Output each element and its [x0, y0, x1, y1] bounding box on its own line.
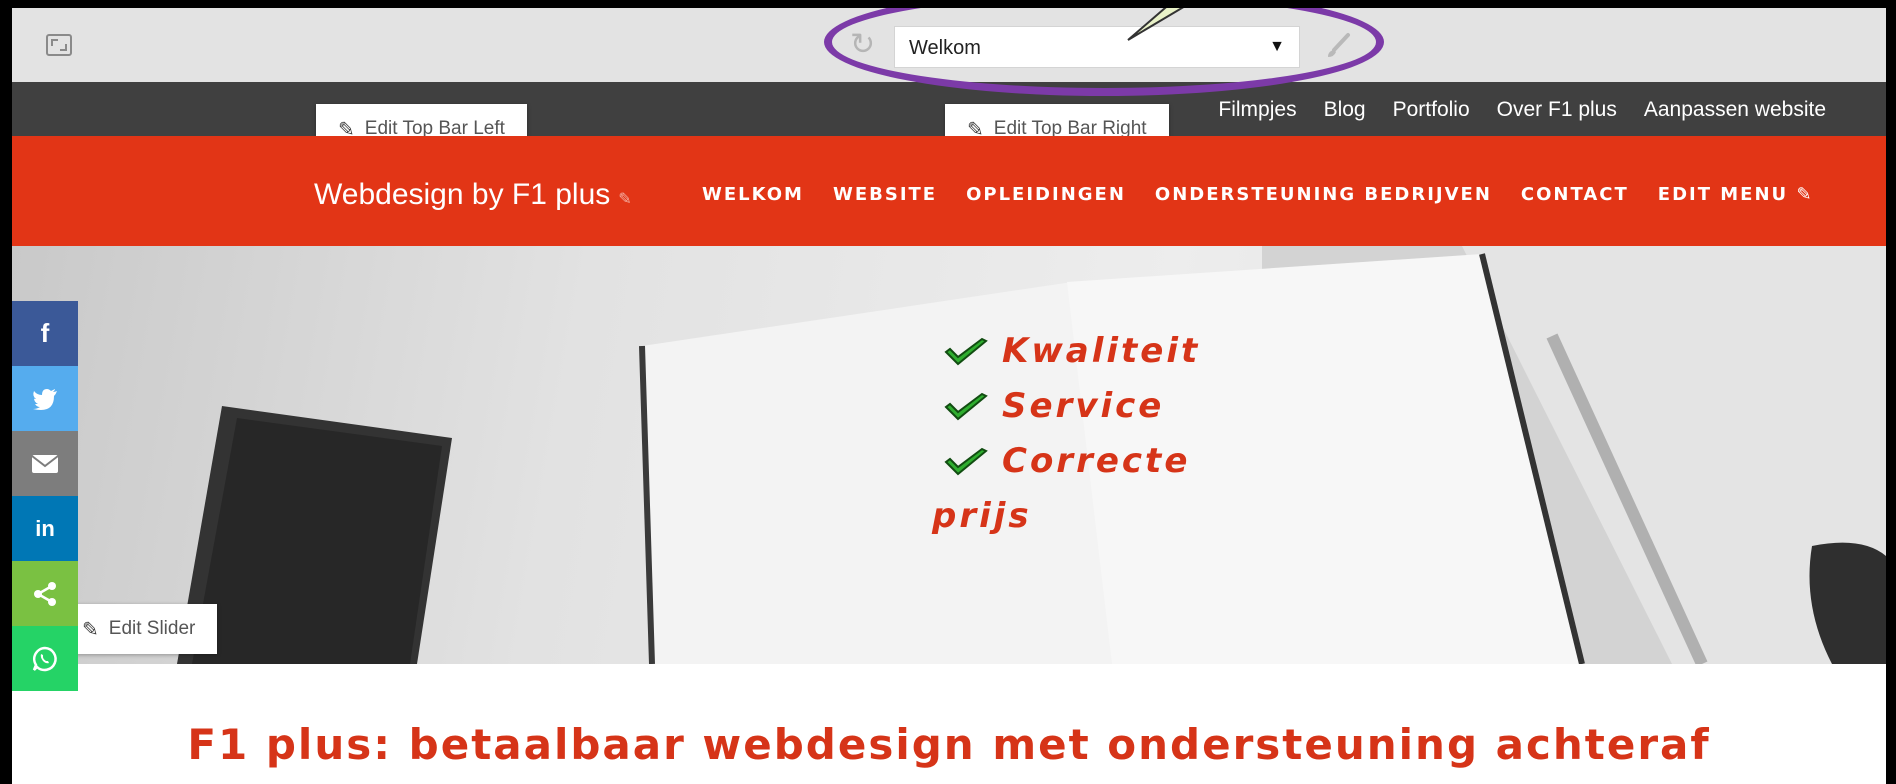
refresh-icon[interactable]: ↻ — [850, 30, 875, 60]
top-link-portfolio[interactable]: Portfolio — [1393, 98, 1470, 122]
twitter-share-button[interactable] — [12, 366, 78, 431]
menu-item-contact[interactable]: CONTACT — [1521, 184, 1629, 205]
hero-text: Kwaliteit Service Correcte prijs — [932, 324, 1200, 544]
menu-item-opleidingen[interactable]: OPLEIDINGEN — [966, 184, 1126, 205]
checkmark-icon — [944, 392, 988, 420]
linkedin-share-button[interactable]: in — [12, 496, 78, 561]
hero-line-text: Kwaliteit — [1002, 331, 1201, 371]
main-heading: F1 plus: betaalbaar webdesign met onders… — [187, 720, 1711, 769]
edit-menu-label: EDIT MENU — [1657, 184, 1789, 205]
pencil-icon[interactable]: ✎ — [618, 191, 631, 208]
edit-slider-button[interactable]: ✎ Edit Slider — [62, 604, 218, 654]
top-link-over-f1-plus[interactable]: Over F1 plus — [1497, 98, 1617, 122]
checkmark-icon — [944, 447, 988, 475]
pencil-icon: ✎ — [1796, 184, 1814, 205]
whatsapp-share-button[interactable] — [12, 626, 78, 691]
callout-pointer — [1127, 8, 1184, 41]
share-icon — [34, 581, 56, 606]
page-select-value: Welkom — [909, 37, 981, 59]
hero-line-text: Service — [1002, 386, 1165, 426]
menu-item-edit-menu[interactable]: EDIT MENU ✎ — [1658, 184, 1814, 205]
main-menu: WELKOM WEBSITE OPLEIDINGEN ONDERSTEUNING… — [702, 184, 1814, 205]
whatsapp-icon — [32, 646, 57, 671]
hero-line-text: Correcte — [1002, 441, 1191, 481]
hero-line-service: Service — [944, 379, 1200, 434]
editor-toolbar: ↻ Welkom ▼ — [12, 8, 1886, 82]
brush-icon[interactable] — [1324, 30, 1354, 65]
hero-line-kwaliteit: Kwaliteit — [944, 324, 1200, 379]
fullscreen-icon[interactable] — [46, 34, 72, 56]
hero-line-prijs: prijs — [932, 489, 1200, 544]
chevron-down-icon: ▼ — [1269, 38, 1285, 55]
facebook-icon: f — [40, 318, 50, 348]
hero-line-correcte: Correcte — [944, 434, 1200, 489]
social-share-bar: f in — [12, 301, 78, 691]
edit-slider-label: Edit Slider — [108, 618, 196, 639]
hero-line-text: prijs — [932, 496, 1032, 536]
browser-viewport: ↻ Welkom ▼ Filmpjes Blog Portfolio Over … — [12, 8, 1886, 784]
email-share-button[interactable] — [12, 431, 78, 496]
top-bar-links: Filmpjes Blog Portfolio Over F1 plus Aan… — [1218, 98, 1826, 122]
checkmark-icon — [944, 337, 988, 365]
twitter-icon — [33, 388, 57, 410]
share-button[interactable] — [12, 561, 78, 626]
hero-slider: Kwaliteit Service Correcte prijs ✎ Edit … — [12, 246, 1886, 664]
top-link-blog[interactable]: Blog — [1324, 98, 1366, 122]
site-title[interactable]: Webdesign by F1 plus ✎ — [314, 178, 632, 212]
main-nav: Webdesign by F1 plus ✎ WELKOM WEBSITE OPL… — [12, 136, 1886, 246]
facebook-share-button[interactable]: f — [12, 301, 78, 366]
menu-item-website[interactable]: WEBSITE — [833, 184, 937, 205]
site-title-text: Webdesign by F1 plus — [314, 178, 611, 211]
pencil-icon: ✎ — [82, 618, 99, 641]
linkedin-icon: in — [35, 515, 55, 541]
email-icon — [31, 454, 59, 473]
top-link-aanpassen-website[interactable]: Aanpassen website — [1644, 98, 1826, 122]
menu-item-welkom[interactable]: WELKOM — [702, 184, 804, 205]
menu-item-ondersteuning-bedrijven[interactable]: ONDERSTEUNING BEDRIJVEN — [1155, 184, 1492, 205]
top-link-filmpjes[interactable]: Filmpjes — [1218, 98, 1296, 122]
